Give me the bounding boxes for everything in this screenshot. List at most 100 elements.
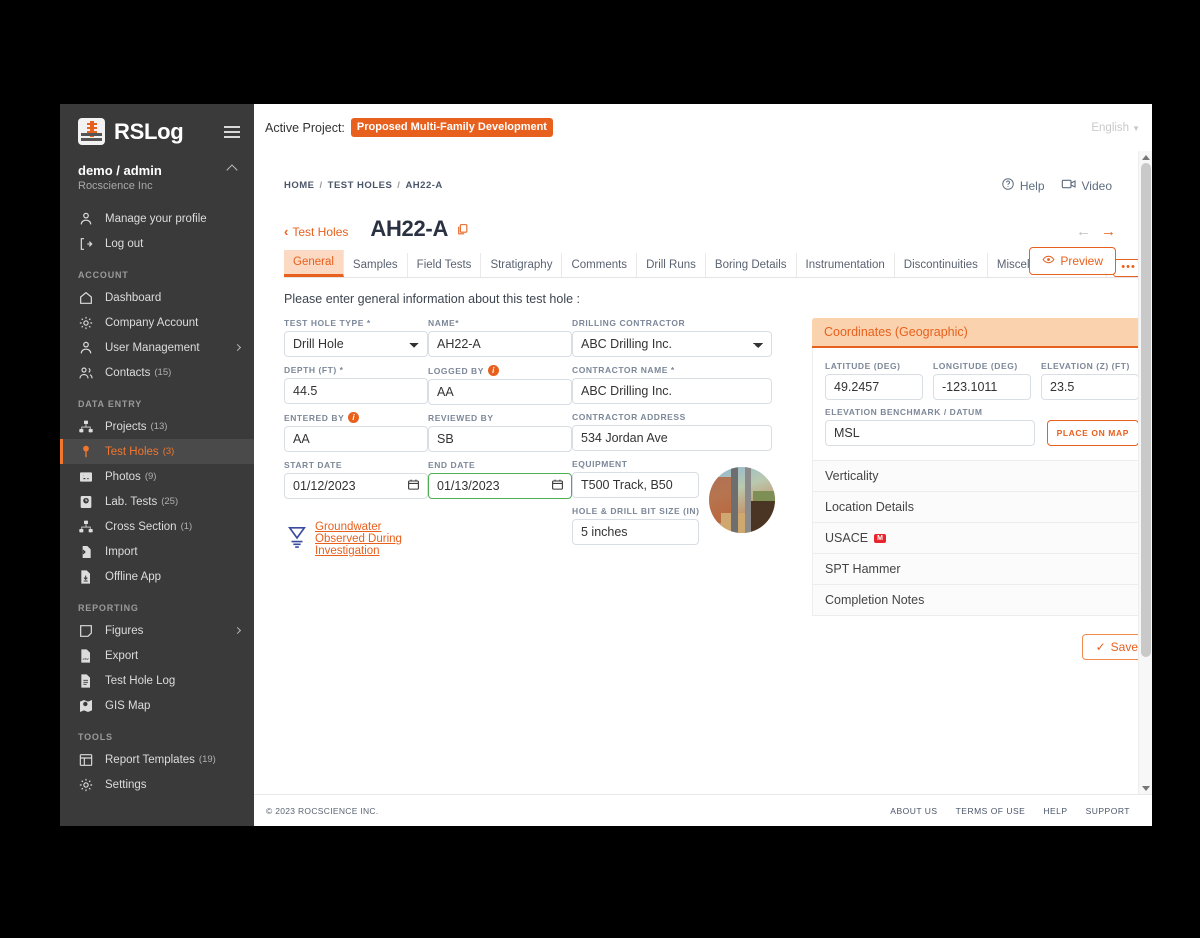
- field-label: DEPTH (FT) *: [284, 365, 428, 375]
- sidebar-item-label: Report Templates: [105, 754, 195, 766]
- sidebar-item-settings[interactable]: Settings: [60, 772, 254, 797]
- sidebar-item-test-hole-log[interactable]: Test Hole Log: [60, 668, 254, 693]
- footer: © 2023 ROCSCIENCE INC. ABOUT US TERMS OF…: [254, 794, 1152, 826]
- field-name: NAME*: [428, 318, 572, 357]
- sidebar-item-contacts[interactable]: Contacts (15): [60, 360, 254, 385]
- sidebar-item-export[interactable]: csv Export: [60, 643, 254, 668]
- video-label: Video: [1082, 179, 1112, 193]
- sidebar-item-photos[interactable]: Photos (9): [60, 464, 254, 489]
- end-date-input[interactable]: [428, 473, 572, 499]
- field-label: ENTERED BY i: [284, 412, 428, 423]
- depth-input[interactable]: [284, 378, 428, 404]
- next-record-button[interactable]: →: [1101, 223, 1116, 240]
- footer-link-about-us[interactable]: ABOUT US: [890, 806, 937, 816]
- scrollbar-thumb[interactable]: [1141, 163, 1151, 657]
- accordion-location-details[interactable]: Location Details: [812, 492, 1138, 523]
- sidebar-item-label: GIS Map: [105, 700, 150, 712]
- sidebar-item-label: Test Hole Log: [105, 675, 175, 687]
- breadcrumb-test-holes[interactable]: TEST HOLES: [328, 180, 393, 191]
- start-date-input[interactable]: [284, 473, 428, 499]
- groundwater-link-row[interactable]: Groundwater Observed During Investigatio…: [286, 521, 428, 557]
- sidebar-item-label: Photos: [105, 471, 141, 483]
- hole-bit-size-input[interactable]: [572, 519, 699, 545]
- sidebar-item-report-templates[interactable]: Report Templates (19): [60, 747, 254, 772]
- tab-discontinuities[interactable]: Discontinuities: [895, 253, 988, 277]
- copy-icon[interactable]: [456, 223, 469, 241]
- contractor-address-input[interactable]: [572, 425, 772, 451]
- tab-field-tests[interactable]: Field Tests: [408, 253, 482, 277]
- info-icon[interactable]: i: [348, 412, 359, 423]
- accordion-completion-notes[interactable]: Completion Notes: [812, 585, 1138, 616]
- language-selector[interactable]: English▼: [1091, 122, 1140, 134]
- sidebar-item-label: Contacts: [105, 367, 150, 379]
- help-button[interactable]: Help: [1001, 177, 1045, 194]
- logged-by-input[interactable]: [428, 379, 572, 405]
- video-button[interactable]: Video: [1061, 177, 1112, 194]
- sidebar-item-manage-profile[interactable]: Manage your profile: [60, 206, 254, 231]
- tab-general[interactable]: General: [284, 250, 344, 277]
- breadcrumb-separator: /: [397, 180, 400, 191]
- previous-record-button[interactable]: ←: [1076, 223, 1091, 240]
- tab-drill-runs[interactable]: Drill Runs: [637, 253, 706, 277]
- tab-stratigraphy[interactable]: Stratigraphy: [481, 253, 562, 277]
- field-label: END DATE: [428, 460, 572, 470]
- groundwater-link[interactable]: Groundwater Observed During Investigatio…: [315, 521, 428, 557]
- back-to-test-holes-link[interactable]: ‹ Test Holes: [284, 224, 348, 239]
- footer-link-help[interactable]: HELP: [1043, 806, 1067, 816]
- test-hole-type-select[interactable]: Drill Hole: [284, 331, 428, 357]
- tab-boring-details[interactable]: Boring Details: [706, 253, 797, 277]
- sidebar-item-user-management[interactable]: User Management: [60, 335, 254, 360]
- accordion-usace[interactable]: USACE M: [812, 523, 1138, 554]
- coordinates-panel-body: LATITUDE (DEG) LONGITUDE (DEG) ELEVATION…: [812, 348, 1138, 461]
- tab-comments[interactable]: Comments: [562, 253, 637, 277]
- user-block[interactable]: demo / admin Rocscience Inc: [60, 155, 254, 196]
- vertical-scrollbar[interactable]: [1138, 151, 1152, 794]
- equipment-photo[interactable]: [709, 467, 775, 533]
- save-button[interactable]: ✓ Save: [1082, 634, 1138, 660]
- sidebar-item-dashboard[interactable]: Dashboard: [60, 285, 254, 310]
- more-tabs-button[interactable]: •••: [1113, 259, 1138, 277]
- active-project-badge[interactable]: Proposed Multi-Family Development: [351, 118, 553, 137]
- tab-instrumentation[interactable]: Instrumentation: [797, 253, 895, 277]
- end-date-wrapper: [428, 473, 572, 499]
- sidebar-item-import[interactable]: Import: [60, 539, 254, 564]
- drilling-contractor-select[interactable]: ABC Drilling Inc.: [572, 331, 772, 357]
- sidebar-item-test-holes[interactable]: Test Holes (3): [60, 439, 254, 464]
- latitude-input[interactable]: [825, 374, 923, 400]
- preview-button[interactable]: Preview: [1029, 247, 1116, 275]
- footer-link-support[interactable]: SUPPORT: [1086, 806, 1130, 816]
- benchmark-input[interactable]: [825, 420, 1035, 446]
- sidebar-item-lab-tests[interactable]: Lab. Tests (25): [60, 489, 254, 514]
- page-title: AH22-A: [370, 216, 448, 242]
- entered-by-input[interactable]: [284, 426, 428, 452]
- equipment-input[interactable]: [572, 472, 699, 498]
- sidebar-item-label: Company Account: [105, 317, 198, 329]
- sidebar-item-offline-app[interactable]: Offline App: [60, 564, 254, 589]
- accordion-spt-hammer[interactable]: SPT Hammer: [812, 554, 1138, 585]
- hamburger-menu-icon[interactable]: [224, 123, 240, 141]
- sidebar-item-cross-section[interactable]: Cross Section (1): [60, 514, 254, 539]
- footer-link-terms-of-use[interactable]: TERMS OF USE: [956, 806, 1026, 816]
- scroll-up-arrow-icon[interactable]: [1139, 151, 1152, 163]
- longitude-input[interactable]: [933, 374, 1031, 400]
- sidebar-item-gis-map[interactable]: GIS Map: [60, 693, 254, 718]
- scroll-down-arrow-icon[interactable]: [1139, 782, 1152, 794]
- logout-icon: [78, 236, 95, 252]
- sidebar-item-label: Settings: [105, 779, 147, 791]
- accordion-verticality[interactable]: Verticality: [812, 461, 1138, 492]
- breadcrumb-home[interactable]: HOME: [284, 180, 315, 191]
- sidebar-item-figures[interactable]: Figures: [60, 618, 254, 643]
- info-icon[interactable]: i: [488, 365, 499, 376]
- reviewed-by-input[interactable]: [428, 426, 572, 452]
- question-circle-icon: [1001, 177, 1015, 194]
- field-label: ELEVATION (Z) (FT): [1041, 361, 1138, 371]
- sidebar-item-log-out[interactable]: Log out: [60, 231, 254, 256]
- contractor-name-input[interactable]: [572, 378, 772, 404]
- name-input[interactable]: [428, 331, 572, 357]
- language-label: English: [1091, 122, 1129, 134]
- sidebar-item-company-account[interactable]: Company Account: [60, 310, 254, 335]
- place-on-map-button[interactable]: PLACE ON MAP: [1047, 420, 1138, 446]
- sidebar-item-projects[interactable]: Projects (13): [60, 414, 254, 439]
- elevation-input[interactable]: [1041, 374, 1138, 400]
- tab-samples[interactable]: Samples: [344, 253, 408, 277]
